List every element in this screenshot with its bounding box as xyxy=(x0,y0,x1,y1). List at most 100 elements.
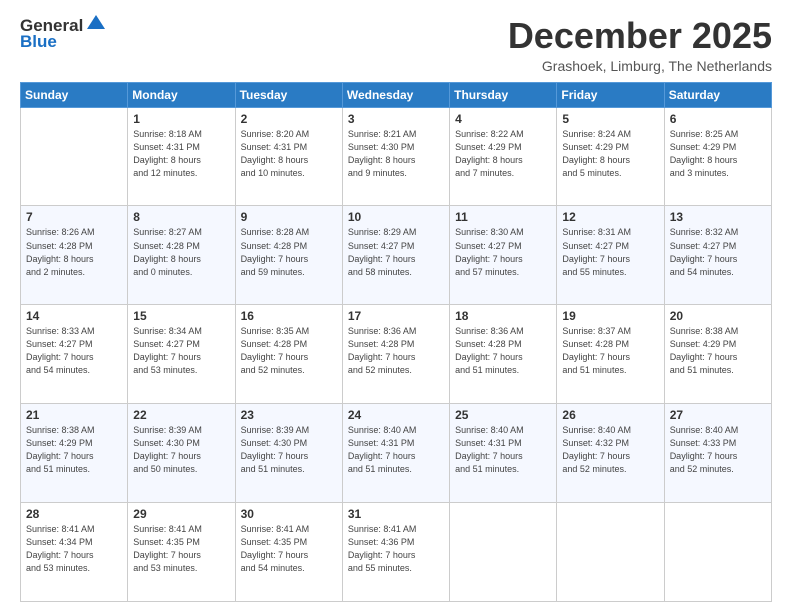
calendar-cell: 9 Sunrise: 8:28 AM Sunset: 4:28 PM Daylig… xyxy=(235,206,342,305)
header: General Blue December 2025 Grashoek, Lim… xyxy=(20,16,772,74)
day-number: 30 xyxy=(241,507,337,521)
day-number: 26 xyxy=(562,408,658,422)
day-number: 21 xyxy=(26,408,122,422)
calendar-cell: 12 Sunrise: 8:31 AM Sunset: 4:27 PM Dayli… xyxy=(557,206,664,305)
day-info: Sunrise: 8:39 AM Sunset: 4:30 PM Dayligh… xyxy=(241,424,337,476)
calendar-cell: 23 Sunrise: 8:39 AM Sunset: 4:30 PM Dayli… xyxy=(235,404,342,503)
day-info: Sunrise: 8:27 AM Sunset: 4:28 PM Dayligh… xyxy=(133,226,229,278)
day-number: 11 xyxy=(455,210,551,224)
month-title: December 2025 xyxy=(508,16,772,56)
day-info: Sunrise: 8:33 AM Sunset: 4:27 PM Dayligh… xyxy=(26,325,122,377)
day-info: Sunrise: 8:41 AM Sunset: 4:36 PM Dayligh… xyxy=(348,523,444,575)
week-row-3: 21Sunrise: 8:38 AM Sunset: 4:29 PM Dayli… xyxy=(21,404,772,503)
day-number: 2 xyxy=(241,112,337,126)
day-info: Sunrise: 8:36 AM Sunset: 4:28 PM Dayligh… xyxy=(348,325,444,377)
day-info: Sunrise: 8:20 AM Sunset: 4:31 PM Dayligh… xyxy=(241,128,337,180)
title-block: December 2025 Grashoek, Limburg, The Net… xyxy=(508,16,772,74)
day-info: Sunrise: 8:29 AM Sunset: 4:27 PM Dayligh… xyxy=(348,226,444,278)
day-info: Sunrise: 8:41 AM Sunset: 4:35 PM Dayligh… xyxy=(241,523,337,575)
day-number: 17 xyxy=(348,309,444,323)
calendar-cell: 18Sunrise: 8:36 AM Sunset: 4:28 PM Dayli… xyxy=(450,305,557,404)
calendar-cell: 26 Sunrise: 8:40 AM Sunset: 4:32 PM Dayli… xyxy=(557,404,664,503)
day-info: Sunrise: 8:25 AM Sunset: 4:29 PM Dayligh… xyxy=(670,128,766,180)
day-number: 4 xyxy=(455,112,551,126)
day-number: 9 xyxy=(241,210,337,224)
calendar-cell: 17 Sunrise: 8:36 AM Sunset: 4:28 PM Dayli… xyxy=(342,305,449,404)
day-number: 13 xyxy=(670,210,766,224)
col-header-saturday: Saturday xyxy=(664,82,771,107)
calendar-cell: 3 Sunrise: 8:21 AM Sunset: 4:30 PM Daylig… xyxy=(342,107,449,206)
day-info: Sunrise: 8:38 AM Sunset: 4:29 PM Dayligh… xyxy=(670,325,766,377)
calendar-cell: 21Sunrise: 8:38 AM Sunset: 4:29 PM Dayli… xyxy=(21,404,128,503)
day-info: Sunrise: 8:21 AM Sunset: 4:30 PM Dayligh… xyxy=(348,128,444,180)
col-header-sunday: Sunday xyxy=(21,82,128,107)
day-number: 5 xyxy=(562,112,658,126)
day-info: Sunrise: 8:40 AM Sunset: 4:32 PM Dayligh… xyxy=(562,424,658,476)
day-number: 18 xyxy=(455,309,551,323)
day-number: 24 xyxy=(348,408,444,422)
calendar-cell: 25 Sunrise: 8:40 AM Sunset: 4:31 PM Dayli… xyxy=(450,404,557,503)
logo-icon xyxy=(85,13,107,31)
day-number: 14 xyxy=(26,309,122,323)
day-info: Sunrise: 8:24 AM Sunset: 4:29 PM Dayligh… xyxy=(562,128,658,180)
calendar-cell xyxy=(450,503,557,602)
calendar-cell xyxy=(21,107,128,206)
day-number: 16 xyxy=(241,309,337,323)
day-info: Sunrise: 8:18 AM Sunset: 4:31 PM Dayligh… xyxy=(133,128,229,180)
calendar-cell: 8Sunrise: 8:27 AM Sunset: 4:28 PM Daylig… xyxy=(128,206,235,305)
location: Grashoek, Limburg, The Netherlands xyxy=(508,58,772,74)
calendar-table: SundayMondayTuesdayWednesdayThursdayFrid… xyxy=(20,82,772,602)
calendar-cell: 1Sunrise: 8:18 AM Sunset: 4:31 PM Daylig… xyxy=(128,107,235,206)
calendar-cell: 6 Sunrise: 8:25 AM Sunset: 4:29 PM Daylig… xyxy=(664,107,771,206)
calendar-cell: 27Sunrise: 8:40 AM Sunset: 4:33 PM Dayli… xyxy=(664,404,771,503)
day-number: 7 xyxy=(26,210,122,224)
calendar-cell: 7Sunrise: 8:26 AM Sunset: 4:28 PM Daylig… xyxy=(21,206,128,305)
col-header-wednesday: Wednesday xyxy=(342,82,449,107)
day-number: 23 xyxy=(241,408,337,422)
day-info: Sunrise: 8:32 AM Sunset: 4:27 PM Dayligh… xyxy=(670,226,766,278)
calendar-cell: 5 Sunrise: 8:24 AM Sunset: 4:29 PM Daylig… xyxy=(557,107,664,206)
calendar-cell: 29 Sunrise: 8:41 AM Sunset: 4:35 PM Dayli… xyxy=(128,503,235,602)
day-info: Sunrise: 8:30 AM Sunset: 4:27 PM Dayligh… xyxy=(455,226,551,278)
calendar-cell xyxy=(664,503,771,602)
week-row-2: 14 Sunrise: 8:33 AM Sunset: 4:27 PM Dayli… xyxy=(21,305,772,404)
calendar-cell: 16Sunrise: 8:35 AM Sunset: 4:28 PM Dayli… xyxy=(235,305,342,404)
day-info: Sunrise: 8:41 AM Sunset: 4:34 PM Dayligh… xyxy=(26,523,122,575)
calendar-cell: 31 Sunrise: 8:41 AM Sunset: 4:36 PM Dayli… xyxy=(342,503,449,602)
day-info: Sunrise: 8:41 AM Sunset: 4:35 PM Dayligh… xyxy=(133,523,229,575)
calendar-header-row: SundayMondayTuesdayWednesdayThursdayFrid… xyxy=(21,82,772,107)
day-number: 12 xyxy=(562,210,658,224)
day-info: Sunrise: 8:37 AM Sunset: 4:28 PM Dayligh… xyxy=(562,325,658,377)
day-info: Sunrise: 8:31 AM Sunset: 4:27 PM Dayligh… xyxy=(562,226,658,278)
calendar-cell: 14 Sunrise: 8:33 AM Sunset: 4:27 PM Dayli… xyxy=(21,305,128,404)
day-info: Sunrise: 8:28 AM Sunset: 4:28 PM Dayligh… xyxy=(241,226,337,278)
calendar-cell: 4 Sunrise: 8:22 AM Sunset: 4:29 PM Daylig… xyxy=(450,107,557,206)
day-info: Sunrise: 8:40 AM Sunset: 4:31 PM Dayligh… xyxy=(348,424,444,476)
day-info: Sunrise: 8:22 AM Sunset: 4:29 PM Dayligh… xyxy=(455,128,551,180)
calendar-cell: 2 Sunrise: 8:20 AM Sunset: 4:31 PM Daylig… xyxy=(235,107,342,206)
day-info: Sunrise: 8:39 AM Sunset: 4:30 PM Dayligh… xyxy=(133,424,229,476)
logo: General Blue xyxy=(20,16,107,52)
calendar-cell xyxy=(557,503,664,602)
day-number: 10 xyxy=(348,210,444,224)
calendar-cell: 19 Sunrise: 8:37 AM Sunset: 4:28 PM Dayli… xyxy=(557,305,664,404)
day-number: 3 xyxy=(348,112,444,126)
day-number: 28 xyxy=(26,507,122,521)
calendar-cell: 13 Sunrise: 8:32 AM Sunset: 4:27 PM Dayli… xyxy=(664,206,771,305)
calendar-cell: 11 Sunrise: 8:30 AM Sunset: 4:27 PM Dayli… xyxy=(450,206,557,305)
day-info: Sunrise: 8:40 AM Sunset: 4:31 PM Dayligh… xyxy=(455,424,551,476)
day-number: 29 xyxy=(133,507,229,521)
calendar-cell: 28 Sunrise: 8:41 AM Sunset: 4:34 PM Dayli… xyxy=(21,503,128,602)
col-header-thursday: Thursday xyxy=(450,82,557,107)
calendar-cell: 20Sunrise: 8:38 AM Sunset: 4:29 PM Dayli… xyxy=(664,305,771,404)
col-header-monday: Monday xyxy=(128,82,235,107)
day-number: 6 xyxy=(670,112,766,126)
day-number: 25 xyxy=(455,408,551,422)
week-row-0: 1Sunrise: 8:18 AM Sunset: 4:31 PM Daylig… xyxy=(21,107,772,206)
day-number: 15 xyxy=(133,309,229,323)
day-number: 19 xyxy=(562,309,658,323)
day-number: 31 xyxy=(348,507,444,521)
col-header-tuesday: Tuesday xyxy=(235,82,342,107)
day-info: Sunrise: 8:34 AM Sunset: 4:27 PM Dayligh… xyxy=(133,325,229,377)
calendar-cell: 30 Sunrise: 8:41 AM Sunset: 4:35 PM Dayli… xyxy=(235,503,342,602)
